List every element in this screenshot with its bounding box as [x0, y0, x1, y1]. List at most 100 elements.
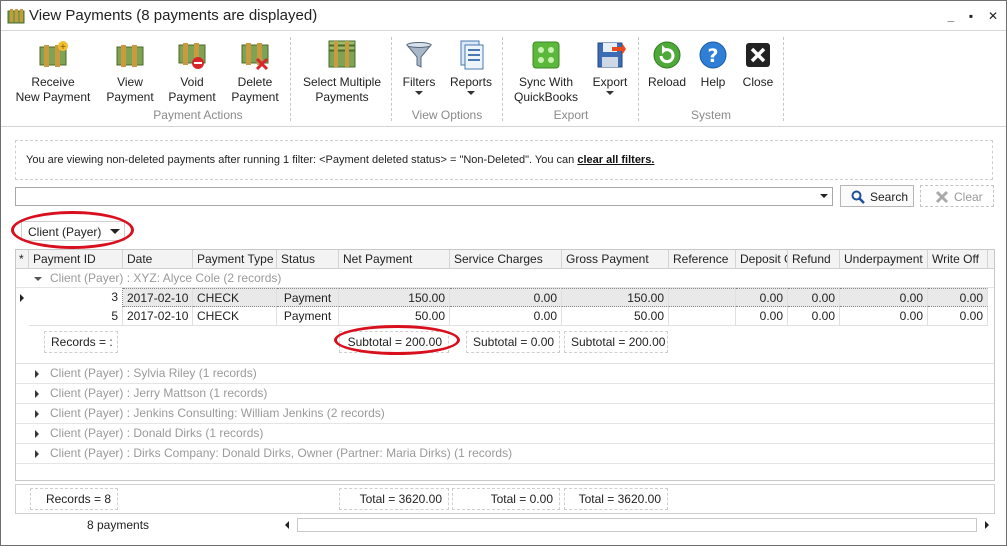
title-bar: View Payments (8 payments are displayed)… — [1, 1, 1006, 31]
grid-footer-totals: Records = 8 Total = 3620.00 Total = 0.00… — [15, 484, 995, 514]
cell-gross: 50.00 — [562, 307, 669, 326]
cell-refund: 0.00 — [788, 288, 840, 307]
group-label-system: System — [690, 108, 731, 122]
chevron-down-icon — [606, 91, 614, 95]
help-label: Help — [700, 75, 726, 89]
col-service-charges[interactable]: Service Charges — [450, 250, 562, 269]
export-label: Export — [592, 75, 628, 89]
help-button[interactable]: ? Help — [693, 35, 733, 107]
group-row-expanded[interactable]: Client (Payer) : XYZ: Alyce Cole (2 reco… — [16, 269, 994, 288]
ribbon-separator — [638, 37, 639, 121]
maximize-button[interactable]: ▪ — [963, 8, 979, 24]
select-multiple-payments-button[interactable]: Select Multiple Payments — [297, 35, 387, 107]
group-records-count: Records = : — [44, 331, 118, 353]
expand-icon[interactable] — [35, 410, 39, 418]
filter-description: You are viewing non-deleted payments aft… — [26, 154, 578, 166]
view-label-line1: View — [117, 75, 143, 89]
ribbon-separator — [391, 37, 392, 121]
col-payment-type[interactable]: Payment Type — [193, 250, 277, 269]
funnel-icon — [405, 42, 433, 68]
group-by-select[interactable]: Client (Payer) — [21, 221, 125, 241]
col-overflow — [988, 250, 994, 269]
clear-all-filters-link[interactable]: clear all filters. — [577, 154, 654, 166]
chevron-down-icon[interactable] — [820, 194, 828, 198]
expand-icon[interactable] — [35, 450, 39, 458]
cell-net: 150.00 — [339, 288, 450, 307]
sync-label-line1: Sync With — [518, 75, 573, 89]
expand-icon[interactable] — [35, 430, 39, 438]
clear-search-button[interactable]: Clear — [920, 185, 994, 207]
col-payment-id[interactable]: Payment ID — [29, 250, 123, 269]
table-row[interactable]: 5 2017-02-10 CHECK Payment 50.00 0.00 50… — [16, 307, 994, 326]
expand-icon[interactable] — [35, 370, 39, 378]
receive-label-line1: Receive — [31, 75, 75, 89]
select-multiple-icon — [328, 40, 356, 68]
scroll-left-icon[interactable] — [285, 521, 289, 529]
close-icon — [746, 43, 770, 67]
collapse-icon[interactable] — [34, 277, 42, 281]
help-icon: ? — [699, 41, 727, 69]
group-row-collapsed[interactable]: Client (Payer) : Sylvia Riley (1 records… — [16, 364, 994, 384]
group-label: Client (Payer) : XYZ: Alyce Cole (2 reco… — [50, 271, 282, 285]
group-gross-subtotal: Subtotal = 200.00 — [564, 331, 668, 353]
minimize-button[interactable]: _ — [943, 8, 959, 24]
receive-new-payment-button[interactable]: + Receive New Payment — [7, 35, 99, 107]
void-payment-button[interactable]: Void Payment — [163, 35, 221, 107]
reload-icon — [653, 41, 681, 69]
group-service-subtotal: Subtotal = 0.00 — [466, 331, 560, 353]
group-row-collapsed[interactable]: Client (Payer) : Donald Dirks (1 records… — [16, 424, 994, 444]
col-gross-payment[interactable]: Gross Payment — [562, 250, 669, 269]
cell-underpayment: 0.00 — [840, 307, 928, 326]
cell-type: CHECK — [193, 307, 277, 326]
filters-button[interactable]: Filters — [396, 35, 442, 107]
ribbon-separator — [502, 37, 503, 121]
col-status[interactable]: Status — [277, 250, 339, 269]
delete-payment-button[interactable]: Delete Payment — [226, 35, 284, 107]
ribbon-separator — [783, 37, 784, 121]
col-reference[interactable]: Reference — [669, 250, 736, 269]
void-label-line1: Void — [180, 75, 204, 89]
view-label-line2: Payment — [106, 90, 154, 104]
col-refund[interactable]: Refund — [788, 250, 840, 269]
group-label: Client (Payer) : Jerry Mattson (1 record… — [50, 386, 268, 400]
group-label: Client (Payer) : Jenkins Consulting: Wil… — [50, 406, 385, 420]
reports-button[interactable]: Reports — [445, 35, 497, 107]
chevron-down-icon — [110, 229, 120, 234]
col-date[interactable]: Date — [123, 250, 193, 269]
cell-deposit: 0.00 — [736, 288, 788, 307]
cell-payment-id: 5 — [29, 307, 123, 326]
close-label: Close — [742, 75, 774, 89]
row-indicator-header: * — [16, 250, 29, 269]
cell-underpayment: 0.00 — [840, 288, 928, 307]
search-input[interactable] — [15, 187, 833, 206]
col-write-off[interactable]: Write Off — [928, 250, 988, 269]
sync-with-quickbooks-button[interactable]: Sync With QuickBooks — [509, 35, 583, 107]
group-row-collapsed[interactable]: Client (Payer) : Jenkins Consulting: Wil… — [16, 404, 994, 424]
void-payment-icon — [178, 43, 206, 69]
window-close-button[interactable]: ✕ — [985, 8, 1001, 24]
horizontal-scrollbar[interactable] — [283, 517, 995, 533]
svg-text:?: ? — [707, 45, 718, 67]
col-deposit[interactable]: Deposit G — [736, 250, 788, 269]
col-underpayment[interactable]: Underpayment — [840, 250, 928, 269]
reports-label: Reports — [449, 75, 493, 89]
reports-icon — [460, 40, 484, 70]
scrollbar-thumb[interactable] — [297, 518, 977, 532]
grid-header-row: * Payment ID Date Payment Type Status Ne… — [16, 250, 994, 269]
cell-service: 0.00 — [450, 307, 562, 326]
cell-write-off: 0.00 — [928, 288, 988, 307]
group-row-collapsed[interactable]: Client (Payer) : Jerry Mattson (1 record… — [16, 384, 994, 404]
close-button[interactable]: Close — [737, 35, 779, 107]
view-payment-button[interactable]: View Payment — [101, 35, 159, 107]
group-label-payment-actions: Payment Actions — [153, 108, 243, 122]
cell-reference — [669, 307, 736, 326]
cell-date: 2017-02-10 — [123, 288, 193, 307]
reload-button[interactable]: Reload — [643, 35, 691, 107]
table-row[interactable]: 3 2017-02-10 CHECK Payment 150.00 0.00 1… — [16, 288, 994, 307]
expand-icon[interactable] — [35, 390, 39, 398]
col-net-payment[interactable]: Net Payment — [339, 250, 450, 269]
scroll-right-icon[interactable] — [985, 521, 989, 529]
group-row-collapsed[interactable]: Client (Payer) : Dirks Company: Donald D… — [16, 444, 994, 464]
search-button[interactable]: Search — [840, 185, 914, 207]
export-button[interactable]: Export — [587, 35, 633, 107]
